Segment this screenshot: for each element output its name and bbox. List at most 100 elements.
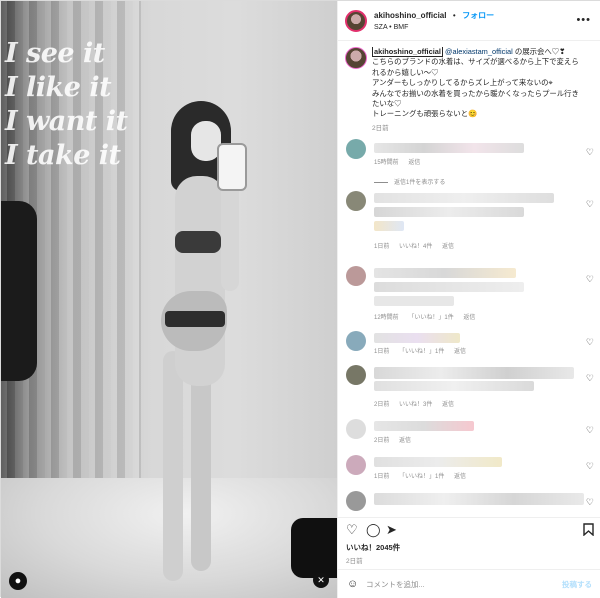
like-count[interactable]: いいね！4件 <box>399 244 432 250</box>
heart-outline-icon[interactable]: ♡ <box>586 497 594 508</box>
arm <box>221 181 239 291</box>
caption-text: みんなでお揃いの水着を買ったから暖かくなったらプール行き <box>372 88 579 98</box>
blurred-comment-text <box>374 493 584 505</box>
caption-text: アンダーもしっかりしてるからズレ上がって来ないの⌖ <box>372 78 553 88</box>
avatar[interactable] <box>346 455 366 475</box>
reply-button[interactable]: 返信 <box>442 402 454 408</box>
caption: akihoshino_official @alexiastam_official… <box>338 41 600 132</box>
comment-time[interactable]: 2日前 <box>374 402 389 408</box>
blurred-comment-text <box>374 333 460 343</box>
caption-text: こちらのブランドの水着は、サイズが選べるから上下で変えら <box>372 57 579 67</box>
comment-input[interactable] <box>366 576 546 592</box>
heart-outline-icon[interactable]: ♡ <box>586 147 594 158</box>
bookmark-icon-glyph <box>583 523 594 537</box>
post-comment-button[interactable]: 投稿する <box>562 579 592 590</box>
reply-button[interactable]: 返信 <box>454 474 466 480</box>
reply-button[interactable]: 返信 <box>442 244 454 250</box>
heart-outline-icon[interactable]: ♡ <box>346 523 358 536</box>
caption-text: たいな♡ <box>372 99 402 109</box>
comment-time[interactable]: 15時間前 <box>374 160 399 166</box>
comment-meta: 12時間前 「いいね！」1件 返信 <box>374 312 483 321</box>
post-timestamp[interactable]: 2日前 <box>346 555 363 565</box>
blurred-comment-text <box>374 221 404 231</box>
like-count[interactable]: 「いいね！」1件 <box>399 474 444 480</box>
reply-button[interactable]: 返信 <box>463 315 475 321</box>
blurred-comment-text <box>374 268 516 278</box>
caption-text: れるから嬉しい〜♡ <box>372 67 439 77</box>
blurred-comment-text <box>374 381 534 391</box>
heart-outline-icon[interactable]: ♡ <box>586 274 594 285</box>
comment-time[interactable]: 2日前 <box>374 438 389 444</box>
blurred-comment-text <box>374 207 524 217</box>
avatar[interactable] <box>346 365 366 385</box>
audio-label[interactable]: SZA • BMF <box>374 22 494 34</box>
dark-object <box>1 201 37 381</box>
avatar[interactable] <box>346 139 366 159</box>
comment-time[interactable]: 1日前 <box>374 474 389 480</box>
reply-button[interactable]: 返信 <box>408 160 420 166</box>
more-options-icon[interactable]: ••• <box>576 14 591 26</box>
comment-meta: 2日前 いいね！3件 返信 <box>374 399 462 408</box>
shoes <box>291 518 337 578</box>
mute-icon[interactable]: ✕ <box>313 572 329 588</box>
blurred-comment-text <box>374 282 524 292</box>
bookmark-icon[interactable] <box>583 523 594 538</box>
avatar[interactable] <box>345 9 367 32</box>
comment-meta: 1日前 「いいね！」1件 返信 <box>374 346 474 355</box>
like-count[interactable]: 「いいね！」1件 <box>408 315 453 321</box>
post-side-panel: akihoshino_official • フォロー SZA • BMF •••… <box>337 1 600 598</box>
instagram-post-modal: I see it I like it I want it I take it ●… <box>0 0 600 598</box>
comment-meta: 1日前 「いいね！」1件 返信 <box>374 471 474 480</box>
view-replies-link[interactable]: 返信1件を表示する <box>374 177 445 186</box>
reply-button[interactable]: 返信 <box>454 349 466 355</box>
blurred-comment-text <box>374 193 554 203</box>
blurred-comment-text <box>374 367 574 379</box>
phone <box>217 143 247 191</box>
comment-time[interactable]: 1日前 <box>374 349 389 355</box>
comment-time[interactable]: 1日前 <box>374 244 389 250</box>
wall-text-line: I want it <box>5 106 128 137</box>
caption-mention-link[interactable]: @alexiastam_official <box>445 47 513 56</box>
user-tag-icon[interactable]: ● <box>9 572 27 590</box>
swim-bottom <box>165 311 225 327</box>
post-photo[interactable]: I see it I like it I want it I take it ●… <box>1 1 337 598</box>
swim-top <box>175 231 221 253</box>
wall-text-line: I like it <box>5 72 112 103</box>
separator-dot: • <box>452 10 456 20</box>
torso <box>175 176 225 386</box>
avatar[interactable] <box>346 191 366 211</box>
heart-outline-icon[interactable]: ♡ <box>586 199 594 210</box>
caption-timestamp[interactable]: 2日前 <box>372 124 593 134</box>
avatar[interactable] <box>346 491 366 511</box>
blurred-comment-text <box>374 421 474 431</box>
caption-avatar[interactable] <box>345 47 367 69</box>
header-username[interactable]: akihoshino_official <box>374 11 446 20</box>
like-count[interactable]: いいね！3件 <box>399 402 432 408</box>
follow-button[interactable]: フォロー <box>462 11 494 20</box>
heart-outline-icon[interactable]: ♡ <box>586 425 594 436</box>
avatar[interactable] <box>346 419 366 439</box>
reply-button[interactable]: 返信 <box>399 438 411 444</box>
comment-box: ☺ 投稿する <box>338 569 600 598</box>
likes-count[interactable]: いいね！2045件 <box>346 542 400 553</box>
comment-meta: 2日前 返信 <box>374 435 419 444</box>
blurred-comment-text <box>374 143 524 153</box>
wall-lettering: I see it I like it I want it I take it <box>5 37 128 173</box>
view-replies-label: 返信1件を表示する <box>394 180 446 186</box>
like-count[interactable]: 「いいね！」1件 <box>399 349 444 355</box>
emoji-icon[interactable]: ☺ <box>347 578 358 590</box>
post-header: akihoshino_official • フォロー SZA • BMF ••• <box>338 1 600 41</box>
divider <box>374 181 388 183</box>
comment-icon[interactable]: ◯ <box>366 523 381 536</box>
heart-outline-icon[interactable]: ♡ <box>586 337 594 348</box>
caption-text: トレーニングも頑張らないと😊 <box>372 109 478 119</box>
caption-username[interactable]: akihoshino_official <box>372 47 443 57</box>
comment-time[interactable]: 12時間前 <box>374 315 399 321</box>
avatar[interactable] <box>346 266 366 286</box>
heart-outline-icon[interactable]: ♡ <box>586 461 594 472</box>
avatar[interactable] <box>346 331 366 351</box>
heart-outline-icon[interactable]: ♡ <box>586 373 594 384</box>
caption-text: の展示会へ♡❣ <box>512 47 566 56</box>
comment-meta: 15時間前 返信 <box>374 157 428 166</box>
paper-plane-icon[interactable]: ➤ <box>386 523 397 536</box>
